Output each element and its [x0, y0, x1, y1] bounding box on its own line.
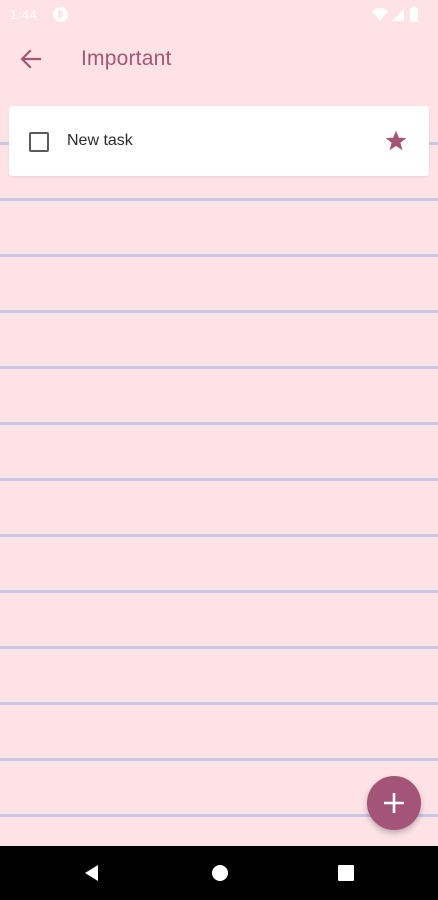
back-button[interactable] — [12, 42, 52, 76]
status-bar: 1:44 — [0, 0, 438, 30]
battery-icon — [410, 8, 418, 22]
nav-recents-button[interactable] — [336, 863, 356, 883]
navigation-bar — [0, 846, 438, 900]
app-notification-icon — [53, 7, 68, 22]
nav-recents-icon — [338, 865, 354, 881]
star-icon — [385, 130, 407, 151]
nav-home-button[interactable] — [210, 863, 230, 883]
app-bar: Important — [0, 30, 438, 88]
plus-icon — [384, 793, 404, 813]
status-system-icons — [372, 6, 418, 22]
status-time: 1:44 — [10, 7, 38, 22]
nav-back-icon — [85, 865, 98, 881]
nav-home-icon — [212, 865, 228, 881]
task-checkbox[interactable] — [29, 132, 49, 152]
add-task-button[interactable] — [367, 776, 421, 830]
arrow-left-icon — [20, 49, 42, 69]
task-item[interactable]: New task — [9, 106, 429, 176]
task-title: New task — [67, 132, 133, 149]
nav-back-button[interactable] — [82, 863, 102, 883]
page-title: Important — [81, 47, 172, 70]
wifi-icon — [372, 8, 388, 21]
status-icons — [370, 6, 430, 24]
lined-task-background — [0, 88, 438, 846]
star-button[interactable] — [383, 128, 409, 154]
signal-icon — [392, 9, 404, 21]
